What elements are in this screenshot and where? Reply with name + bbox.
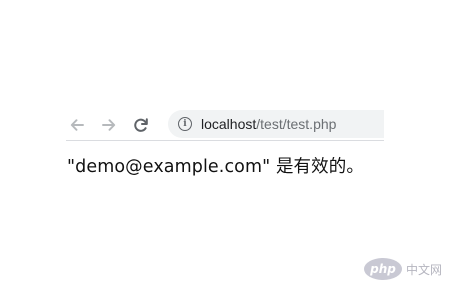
- watermark: php 中文网: [363, 258, 442, 280]
- arrow-left-icon: [70, 119, 84, 131]
- php-logo-text: php: [370, 262, 396, 276]
- browser-window: i localhost/test/test.php "demo@example.…: [0, 0, 450, 300]
- watermark-text: 中文网: [405, 262, 442, 277]
- back-button[interactable]: [66, 114, 88, 136]
- forward-button[interactable]: [98, 114, 120, 136]
- validation-message: "demo@example.com" 是有效的。: [67, 157, 364, 177]
- url-host: localhost: [201, 116, 257, 132]
- url-path: /test/test.php: [256, 116, 337, 132]
- reload-button[interactable]: [130, 114, 152, 136]
- address-url[interactable]: localhost/test/test.php: [201, 116, 336, 132]
- address-bar[interactable]: i localhost/test/test.php: [168, 110, 384, 138]
- toolbar-divider: [66, 140, 384, 141]
- php-logo: php: [363, 258, 402, 280]
- reload-icon: [134, 118, 148, 132]
- info-icon[interactable]: i: [178, 117, 192, 131]
- arrow-right-icon: [102, 119, 116, 131]
